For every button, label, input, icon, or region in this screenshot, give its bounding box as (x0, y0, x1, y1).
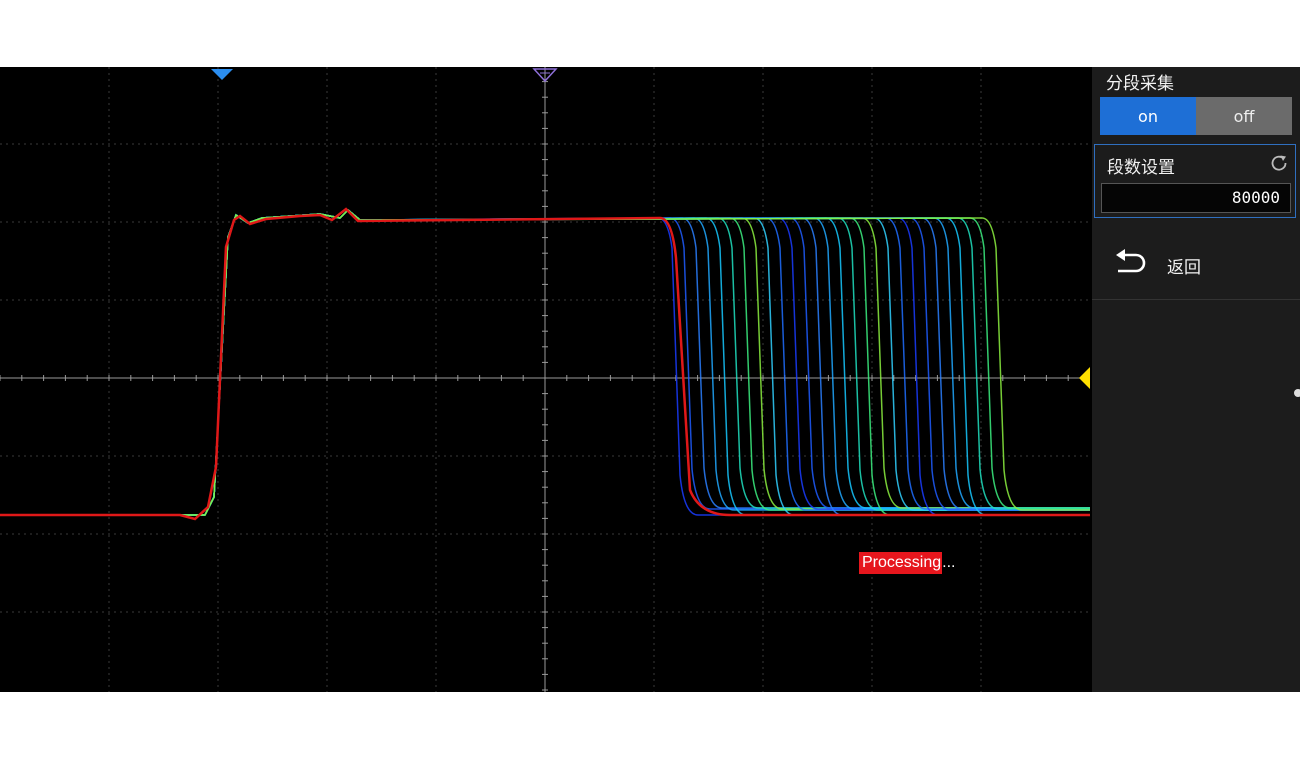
segments-label: 段数设置 (1107, 158, 1175, 178)
waveform-grid (0, 67, 1090, 692)
reset-icon[interactable] (1269, 153, 1289, 173)
trigger-level-marker[interactable] (1079, 367, 1090, 389)
back-button[interactable]: 返回 (1092, 237, 1300, 300)
toggle-off-button[interactable]: off (1196, 97, 1292, 135)
trigger-position-marker[interactable] (211, 69, 233, 80)
processing-highlight: Processing (859, 552, 943, 574)
back-label: 返回 (1167, 258, 1201, 278)
oscilloscope-display: Processing... 分段采集 on off 段数设置 80000 返回 (0, 67, 1300, 692)
processing-status: Processing... (859, 552, 956, 574)
scroll-indicator[interactable] (1294, 389, 1300, 397)
back-arrow-icon (1116, 249, 1146, 273)
segmented-toggle[interactable]: on off (1100, 97, 1292, 135)
segments-value-field[interactable]: 80000 (1101, 183, 1291, 213)
segmented-acquisition-menu: 分段采集 on off 段数设置 80000 返回 (1092, 67, 1300, 692)
toggle-on-button[interactable]: on (1100, 97, 1196, 135)
segments-setting[interactable]: 段数设置 80000 (1094, 144, 1296, 218)
menu-title: 分段采集 (1106, 74, 1174, 94)
waveform-screen[interactable]: Processing... (0, 67, 1090, 692)
processing-ellipsis: ... (942, 554, 956, 571)
